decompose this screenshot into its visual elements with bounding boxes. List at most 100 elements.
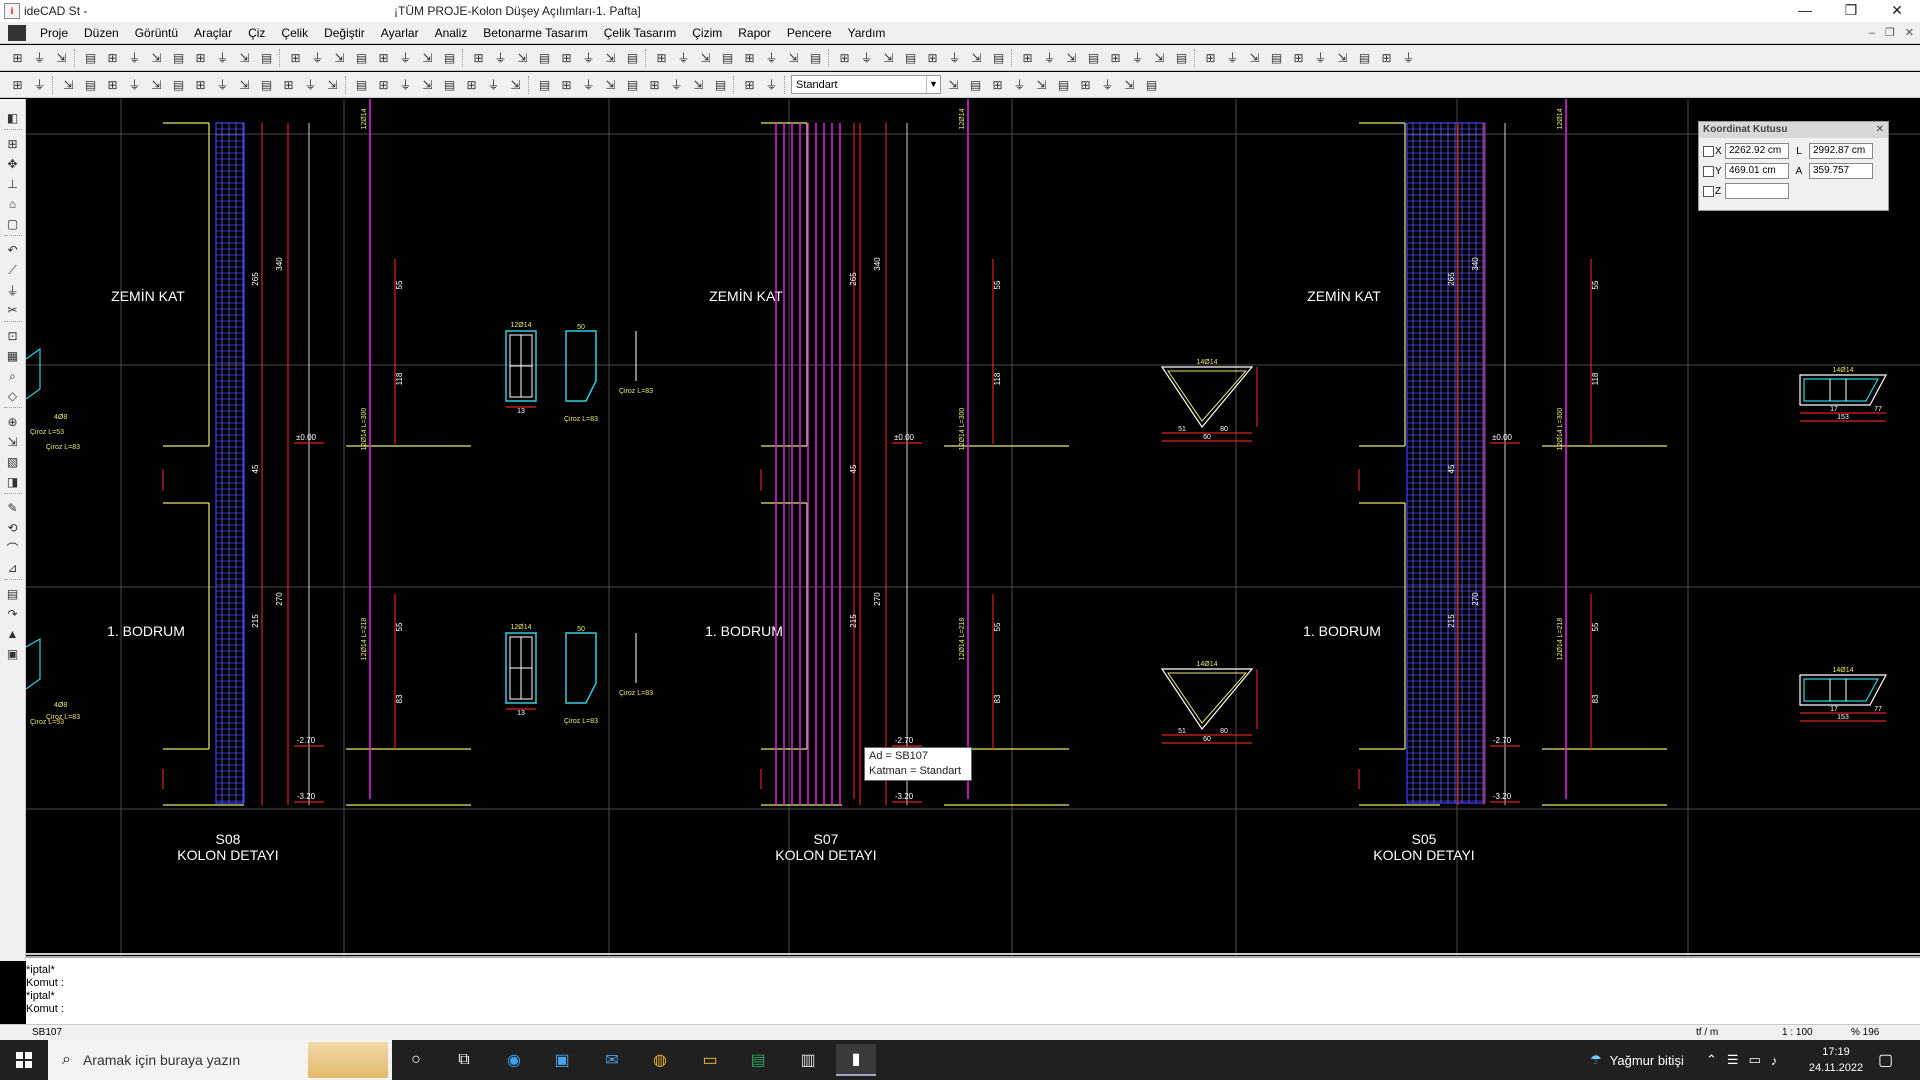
tool-icon[interactable]: ⏚ [762, 75, 781, 94]
menu-rapor[interactable]: Rapor [730, 22, 779, 44]
tool-icon[interactable]: ⇲ [235, 75, 254, 94]
tool-icon[interactable]: ▤ [806, 48, 825, 67]
tool-icon[interactable]: ⇲ [944, 75, 963, 94]
tool-icon[interactable]: ⏚ [667, 75, 686, 94]
tool-icon[interactable]: ⊞ [1018, 48, 1037, 67]
command-line[interactable]: Komut : [26, 1003, 1920, 1016]
tool-icon[interactable]: ⇲ [1032, 75, 1051, 94]
tool-icon[interactable]: ⊞ [462, 75, 481, 94]
tool-icon[interactable]: ▤ [169, 75, 188, 94]
tool-icon[interactable]: ▤ [1084, 48, 1103, 67]
tool-icon[interactable]: ⏚ [4, 281, 22, 299]
x-value-field[interactable]: 2262.92 cm [1725, 143, 1789, 159]
tool-icon[interactable]: ▤ [352, 75, 371, 94]
tool-icon[interactable]: ⏚ [301, 75, 320, 94]
tool-icon[interactable]: ⊡ [4, 327, 22, 345]
tool-icon[interactable]: ⏚ [1399, 48, 1418, 67]
tool-icon[interactable]: ⏚ [857, 48, 876, 67]
idecad-app-icon[interactable]: ▮ [836, 1044, 876, 1076]
tray-network-icon[interactable]: ☰ [1727, 1052, 1739, 1068]
edge-browser-icon[interactable]: ◉ [494, 1044, 534, 1076]
tool-icon[interactable]: ▤ [711, 75, 730, 94]
tool-icon[interactable]: ⇲ [147, 48, 166, 67]
maximize-button[interactable]: ❐ [1828, 0, 1874, 22]
taskbar-search[interactable]: ⌕ Aramak için buraya yazın [48, 1040, 392, 1080]
tool-icon[interactable]: ⊞ [286, 48, 305, 67]
tool-icon[interactable]: ⊕ [4, 413, 22, 431]
tool-icon[interactable]: ▤ [901, 48, 920, 67]
tool-icon[interactable]: ▤ [989, 48, 1008, 67]
tool-icon[interactable]: ⇲ [696, 48, 715, 67]
tool-icon[interactable]: ▢ [4, 215, 22, 233]
tool-icon[interactable]: ⊥ [4, 175, 22, 193]
tool-icon[interactable]: ⇲ [513, 48, 532, 67]
x-lock-checkbox[interactable] [1703, 145, 1714, 157]
tool-icon[interactable]: ⇲ [784, 48, 803, 67]
z-value-field[interactable] [1725, 183, 1789, 199]
tool-icon[interactable]: ⇲ [601, 48, 620, 67]
tool-icon[interactable]: ▤ [1054, 75, 1073, 94]
status-zoom[interactable]: % 196 [1851, 1025, 1879, 1040]
tool-icon[interactable]: ⏚ [1311, 48, 1330, 67]
tool-icon[interactable]: ⇲ [1150, 48, 1169, 67]
doc-restore-button[interactable]: ❐ [1885, 22, 1895, 44]
tool-icon[interactable]: ⇲ [323, 75, 342, 94]
menu-ayarlar[interactable]: Ayarlar [373, 22, 427, 44]
tool-icon[interactable]: ⏚ [579, 48, 598, 67]
tool-icon[interactable]: ⏚ [491, 48, 510, 67]
tool-icon[interactable]: ⇲ [147, 75, 166, 94]
tool-icon[interactable]: ◇ [4, 387, 22, 405]
tool-icon[interactable]: ⏚ [30, 48, 49, 67]
tool-icon[interactable]: ✎ [4, 499, 22, 517]
tool-icon[interactable]: ⏚ [308, 48, 327, 67]
tool-icon[interactable]: ⏚ [1128, 48, 1147, 67]
tool-icon[interactable]: ▤ [1355, 48, 1374, 67]
menu-ciz[interactable]: Çiz [240, 22, 273, 44]
tool-icon[interactable]: ▤ [966, 75, 985, 94]
tool-icon[interactable]: ⏚ [1223, 48, 1242, 67]
tool-icon[interactable]: ▤ [81, 75, 100, 94]
minimize-button[interactable]: — [1782, 0, 1828, 22]
tool-icon[interactable]: ⏚ [396, 75, 415, 94]
task-view-icon[interactable]: ⧉ [444, 1044, 484, 1076]
tool-icon[interactable]: ▤ [440, 48, 459, 67]
tool-icon[interactable]: ▤ [535, 48, 554, 67]
tray-volume-icon[interactable]: ♪ [1771, 1053, 1778, 1068]
tool-icon[interactable]: ◧ [4, 109, 22, 127]
tool-icon[interactable]: ↶ [4, 241, 22, 259]
doc-close-button[interactable]: ✕ [1905, 22, 1914, 44]
l-value-field[interactable]: 2992.87 cm [1809, 143, 1873, 159]
start-button[interactable] [0, 1040, 48, 1080]
tool-icon[interactable]: ▧ [4, 453, 22, 471]
tool-icon[interactable]: ⊿ [4, 559, 22, 577]
tool-icon[interactable]: ⏚ [125, 75, 144, 94]
tool-icon[interactable]: ▤ [535, 75, 554, 94]
tool-icon[interactable]: ⊞ [923, 48, 942, 67]
tool-icon[interactable]: ⊞ [191, 48, 210, 67]
tool-icon[interactable]: ⏚ [762, 48, 781, 67]
tool-icon[interactable]: ⇲ [59, 75, 78, 94]
tool-icon[interactable]: ⊞ [740, 75, 759, 94]
z-lock-checkbox[interactable] [1703, 185, 1714, 197]
tool-icon[interactable]: ▣ [4, 645, 22, 663]
tool-icon[interactable]: ⊞ [191, 75, 210, 94]
mail-icon[interactable]: ✉ [592, 1044, 632, 1076]
tool-icon[interactable]: ⏚ [484, 75, 503, 94]
tool-icon[interactable]: ▤ [81, 48, 100, 67]
cortana-icon[interactable]: ○ [396, 1044, 436, 1076]
file-explorer-icon[interactable]: ▭ [690, 1044, 730, 1076]
tool-icon[interactable]: ⏚ [213, 75, 232, 94]
tool-icon[interactable]: ⊞ [740, 48, 759, 67]
tool-icon[interactable]: ⊞ [103, 75, 122, 94]
tool-icon[interactable]: ⇲ [506, 75, 525, 94]
menu-celik-tasarim[interactable]: Çelik Tasarım [596, 22, 684, 44]
coordinate-box-panel[interactable]: Koordinat Kutusu ✕ X 2262.92 cm L 2992.8… [1698, 121, 1889, 211]
tool-icon[interactable]: ⌒ [4, 539, 22, 557]
tool-icon[interactable]: ⊞ [374, 75, 393, 94]
tool-icon[interactable]: ⇲ [879, 48, 898, 67]
tool-icon[interactable]: ⟋ [4, 261, 22, 279]
tool-icon[interactable]: ⇲ [418, 48, 437, 67]
menu-goruntu[interactable]: Görüntü [127, 22, 186, 44]
tool-icon[interactable]: ▲ [4, 625, 22, 643]
tool-icon[interactable]: ⊞ [4, 135, 22, 153]
